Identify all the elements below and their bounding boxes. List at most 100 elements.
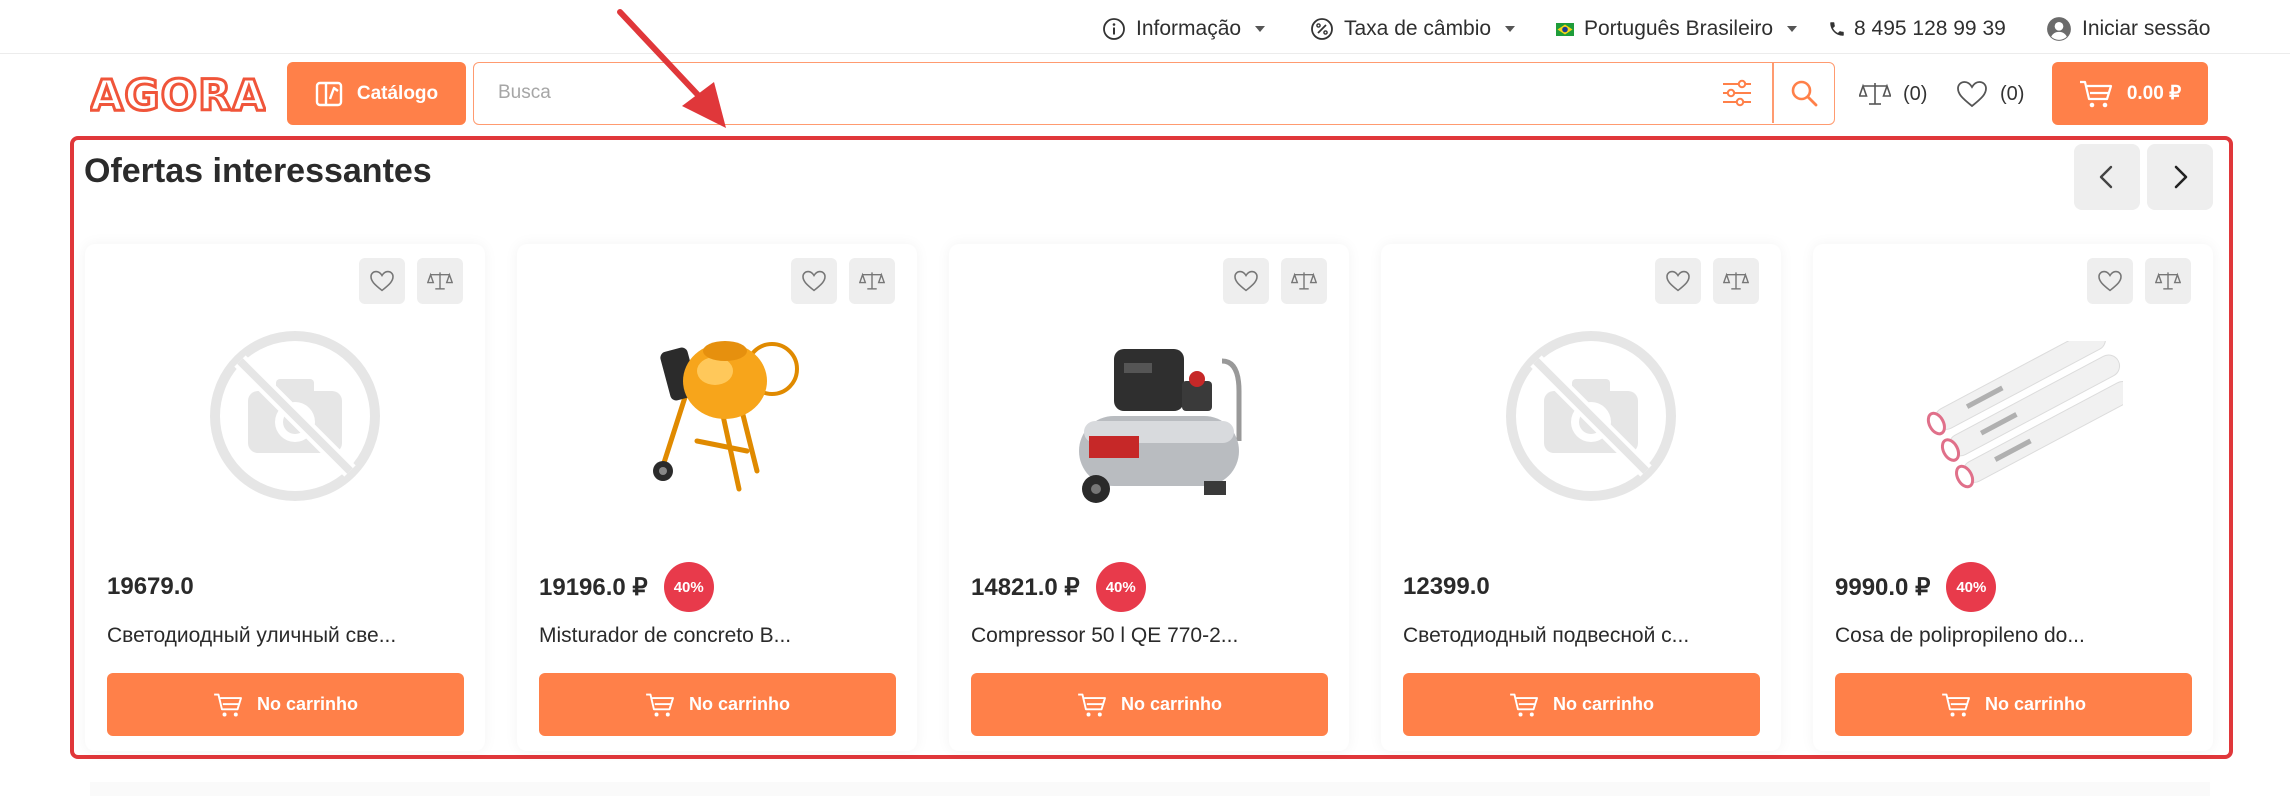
product-price: 9990.0 ₽ <box>1835 573 1931 601</box>
add-to-compare-button[interactable] <box>1713 258 1759 304</box>
add-to-compare-button[interactable] <box>2145 258 2191 304</box>
add-to-cart-button[interactable]: No carrinho <box>1403 673 1760 736</box>
add-to-compare-button[interactable] <box>1281 258 1327 304</box>
chevron-left-icon <box>2099 165 2113 189</box>
product-card[interactable]: 9990.0 ₽ 40% Cosa de polipropileno do...… <box>1813 244 2213 751</box>
add-to-favorites-button[interactable] <box>359 258 405 304</box>
price-row: 19679.0 <box>107 562 194 612</box>
catalog-label: Catálogo <box>356 82 439 104</box>
chevron-down-icon <box>1505 26 1516 32</box>
product-card[interactable]: 19196.0 ₽ 40% Misturador de concreto B..… <box>517 244 917 751</box>
add-to-cart-button[interactable]: No carrinho <box>971 673 1328 736</box>
add-to-favorites-button[interactable] <box>791 258 837 304</box>
product-name[interactable]: Compressor 50 l QE 770-2... <box>971 624 1238 648</box>
product-image-placeholder[interactable] <box>185 316 405 516</box>
logo-text: AGORA <box>90 71 266 118</box>
login-label: Iniciar sessão <box>2082 17 2211 40</box>
heart-icon <box>370 270 394 292</box>
scales-icon <box>2155 272 2181 290</box>
pipes-image <box>1926 341 2123 489</box>
add-to-favorites-button[interactable] <box>2087 258 2133 304</box>
language-menu-label: Português Brasileiro <box>1584 17 1774 40</box>
cart-button[interactable]: 0.00 ₽ <box>2052 62 2208 125</box>
logo-graphic: AGORA <box>89 70 268 123</box>
no-photo-icon <box>1506 331 1676 501</box>
add-to-cart-label: No carrinho <box>1120 694 1222 714</box>
product-card[interactable]: 12399.0 Светодиодный подвесной с... No c… <box>1381 244 1781 751</box>
concrete-mixer-image <box>653 341 799 492</box>
discount-badge: 40% <box>663 562 714 612</box>
price-row: 19196.0 ₽ 40% <box>539 562 714 612</box>
product-price: 19679.0 <box>107 573 194 600</box>
cart-icon <box>214 693 242 717</box>
product-image[interactable] <box>1049 316 1269 516</box>
percent-icon <box>1311 18 1333 40</box>
add-to-cart-button[interactable]: No carrinho <box>539 673 896 736</box>
info-menu[interactable]: Informação <box>1102 0 1266 58</box>
catalog-icon <box>315 81 343 106</box>
product-name[interactable]: Cosa de polipropileno do... <box>1835 624 2085 648</box>
no-photo-icon <box>210 331 380 501</box>
compare-link[interactable]: (0) <box>1859 72 1927 116</box>
info-icon <box>1103 18 1125 40</box>
heart-icon <box>1234 270 1258 292</box>
heart-icon <box>802 270 826 292</box>
heart-icon <box>1666 270 1690 292</box>
add-to-compare-button[interactable] <box>849 258 895 304</box>
next-section-edge <box>90 782 2210 796</box>
add-to-cart-button[interactable]: No carrinho <box>1835 673 2192 736</box>
language-menu[interactable]: Português Brasileiro <box>1556 0 1798 58</box>
add-to-cart-label: No carrinho <box>256 694 358 714</box>
product-image-placeholder[interactable] <box>1481 316 1701 516</box>
cart-icon <box>646 693 674 717</box>
scales-icon <box>859 272 885 290</box>
carousel-next-button[interactable] <box>2147 144 2213 210</box>
product-card[interactable]: 14821.0 ₽ 40% Compressor 50 l QE 770-2..… <box>949 244 1349 751</box>
chevron-down-icon <box>1787 26 1798 32</box>
discount-badge: 40% <box>1946 562 1997 612</box>
catalog-button[interactable]: Catálogo <box>287 62 466 125</box>
scales-icon <box>1723 272 1749 290</box>
cart-total: 0.00 ₽ <box>2126 83 2182 104</box>
scales-icon <box>427 272 453 290</box>
air-compressor-image <box>1079 349 1242 503</box>
product-price: 12399.0 <box>1403 573 1490 600</box>
product-card[interactable]: 19679.0 Светодиодный уличный све... No c… <box>85 244 485 751</box>
compare-count: (0) <box>1903 82 1928 105</box>
user-icon <box>2047 17 2071 41</box>
heart-icon <box>1957 81 1987 108</box>
phone-icon <box>1830 22 1844 36</box>
add-to-cart-button[interactable]: No carrinho <box>107 673 464 736</box>
login-link[interactable]: Iniciar sessão <box>2046 0 2210 58</box>
product-name[interactable]: Светодиодный уличный све... <box>107 624 396 648</box>
chevron-down-icon <box>1255 26 1266 32</box>
top-bar: Informação Taxa de câmbio Português Bras… <box>0 0 2290 54</box>
chevron-right-icon <box>2174 165 2188 189</box>
product-image[interactable] <box>1913 316 2133 516</box>
product-name[interactable]: Светодиодный подвесной с... <box>1403 624 1689 648</box>
filter-icon[interactable] <box>1722 79 1752 107</box>
add-to-favorites-button[interactable] <box>1655 258 1701 304</box>
scales-icon <box>1859 83 1891 105</box>
favorites-link[interactable]: (0) <box>1956 72 2024 116</box>
info-menu-label: Informação <box>1136 17 1242 40</box>
currency-menu[interactable]: Taxa de câmbio <box>1310 0 1516 58</box>
cart-icon <box>1078 693 1106 717</box>
currency-menu-label: Taxa de câmbio <box>1344 17 1492 40</box>
product-price: 19196.0 ₽ <box>539 573 648 601</box>
phone-link[interactable]: 8 495 128 99 39 <box>1828 0 2006 58</box>
search-bar <box>473 62 1835 125</box>
search-icon <box>1791 80 1818 107</box>
product-image[interactable] <box>617 316 837 516</box>
site-logo[interactable]: AGORA <box>89 70 268 123</box>
search-input[interactable] <box>498 63 1728 123</box>
price-row: 14821.0 ₽ 40% <box>971 562 1146 612</box>
favorites-count: (0) <box>2000 82 2025 105</box>
add-to-cart-label: No carrinho <box>688 694 790 714</box>
add-to-compare-button[interactable] <box>417 258 463 304</box>
add-to-favorites-button[interactable] <box>1223 258 1269 304</box>
add-to-cart-label: No carrinho <box>1552 694 1654 714</box>
product-name[interactable]: Misturador de concreto B... <box>539 624 791 648</box>
carousel-prev-button[interactable] <box>2074 144 2140 210</box>
search-button[interactable] <box>1774 63 1834 123</box>
